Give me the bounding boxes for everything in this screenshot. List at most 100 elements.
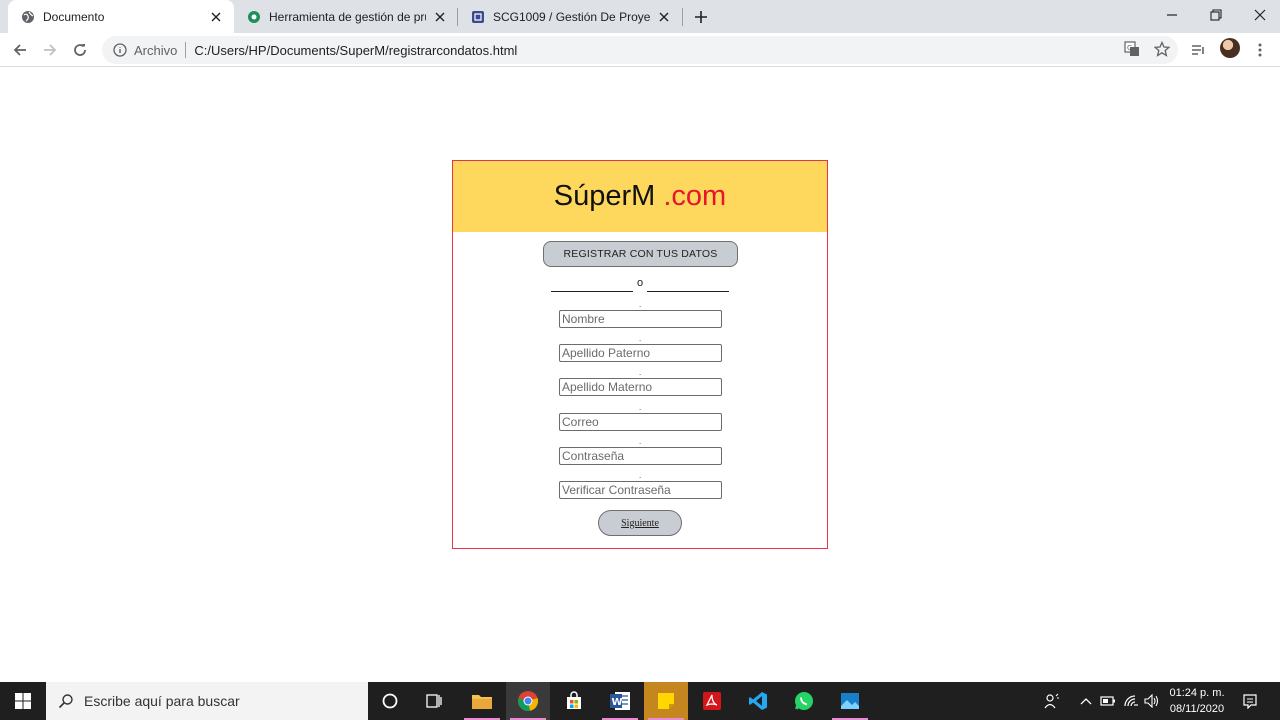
url-text[interactable]: C:/Users/HP/Documents/SuperM/registrarco… [194, 43, 517, 58]
contrasena-input[interactable] [559, 447, 722, 465]
profile-avatar[interactable] [1220, 38, 1240, 58]
verificar-contrasena-input[interactable] [559, 481, 722, 499]
cortana-button[interactable] [368, 682, 412, 720]
tab-title: SCG1009 / Gestión De Proyectos [493, 9, 650, 24]
translate-icon[interactable]: G [1124, 41, 1140, 62]
brand-header: SúperM .com [453, 161, 827, 232]
tab-title: Documento [43, 9, 105, 24]
start-button[interactable] [0, 682, 46, 720]
minimize-icon [1167, 14, 1177, 16]
brand-name: SúperM [553, 180, 656, 212]
whatsapp-app[interactable] [782, 682, 826, 720]
apellido-paterno-input[interactable] [559, 344, 722, 362]
people-icon [1044, 693, 1059, 709]
reload-icon [74, 44, 86, 56]
nombre-input[interactable] [559, 310, 722, 328]
brand-suffix: .com [663, 180, 727, 212]
speaker-icon [1144, 694, 1159, 708]
spacer-dot: . [639, 403, 642, 412]
clock-date: 08/11/2020 [1169, 703, 1225, 715]
sticky-notes-app[interactable] [644, 682, 688, 720]
photos-icon [841, 693, 859, 709]
playlist-icon [1192, 45, 1204, 55]
menu-button[interactable] [1248, 38, 1272, 62]
windows-taskbar: Escribe aquí para buscar W 01:24 p. m. 0… [0, 682, 1280, 720]
photos-app[interactable] [828, 682, 872, 720]
restore-icon [1210, 9, 1222, 21]
new-tab-button[interactable] [690, 6, 712, 28]
spacer-dot: . [639, 437, 642, 446]
volume-indicator[interactable] [1142, 682, 1162, 720]
vscode-app[interactable] [736, 682, 780, 720]
globe-icon [21, 10, 35, 24]
whatsapp-icon [795, 692, 813, 710]
people-button[interactable] [1040, 682, 1064, 720]
file-explorer-app[interactable] [460, 682, 504, 720]
spacer-dot: . [639, 368, 642, 377]
svg-text:W: W [612, 697, 623, 708]
close-window-button[interactable] [1238, 0, 1280, 30]
wifi-icon [1124, 695, 1138, 707]
apellido-materno-input[interactable] [559, 378, 722, 396]
show-hidden-icons-button[interactable] [1076, 682, 1096, 720]
back-button[interactable] [8, 38, 32, 62]
kebab-menu-icon [1258, 43, 1262, 57]
battery-indicator[interactable] [1098, 682, 1118, 720]
or-divider: o [551, 277, 731, 293]
chrome-app[interactable] [506, 682, 550, 720]
address-bar[interactable]: Archivo C:/Users/HP/Documents/SuperM/reg… [102, 36, 1178, 64]
wifi-indicator[interactable] [1121, 682, 1141, 720]
close-tab-icon[interactable] [208, 9, 224, 25]
correo-input[interactable] [559, 413, 722, 431]
windows-logo-icon [15, 693, 31, 709]
project-icon [471, 10, 485, 24]
vscode-icon [749, 692, 767, 710]
task-view-button[interactable] [412, 682, 456, 720]
word-app[interactable]: W [598, 682, 642, 720]
acrobat-app[interactable] [690, 682, 734, 720]
restore-button[interactable] [1194, 0, 1238, 30]
reload-button[interactable] [68, 38, 92, 62]
system-clock[interactable]: 01:24 p. m. 08/11/2020 [1162, 685, 1232, 717]
forward-button[interactable] [38, 38, 62, 62]
pdf-icon [703, 692, 721, 710]
clock-time: 01:24 p. m. [1169, 687, 1225, 699]
close-tab-icon[interactable] [432, 9, 448, 25]
arrow-left-icon [13, 44, 26, 56]
scheme-label: Archivo [134, 42, 178, 58]
store-app[interactable] [552, 682, 596, 720]
folder-icon [472, 695, 492, 709]
action-center-button[interactable] [1238, 682, 1262, 720]
tab-documento[interactable]: Documento [8, 0, 234, 33]
close-tab-icon[interactable] [656, 9, 672, 25]
minimize-button[interactable] [1150, 0, 1194, 30]
plus-icon [695, 11, 707, 23]
tab-herramienta[interactable]: Herramienta de gestión de prueb [234, 0, 458, 33]
close-icon [1254, 9, 1266, 21]
browser-toolbar: Archivo C:/Users/HP/Documents/SuperM/reg… [0, 33, 1280, 67]
taskbar-search[interactable]: Escribe aquí para buscar [46, 682, 368, 720]
tab-separator [682, 8, 683, 26]
browser-tab-strip: Documento Herramienta de gestión de prue… [0, 0, 1280, 33]
or-text: o [637, 277, 644, 289]
reading-list-button[interactable] [1186, 38, 1210, 62]
spacer-dot: . [639, 471, 642, 480]
testlink-icon [247, 10, 261, 24]
spacer-dot: . [639, 300, 642, 309]
sticky-note-icon [658, 693, 674, 709]
battery-icon [1100, 696, 1115, 706]
info-icon[interactable] [112, 42, 128, 58]
bookmark-star-icon[interactable] [1153, 40, 1171, 62]
notification-icon [1243, 694, 1257, 709]
tab-scg1009[interactable]: SCG1009 / Gestión De Proyectos [458, 0, 682, 33]
divider-line-right [647, 291, 729, 292]
task-view-icon [426, 694, 442, 708]
registration-card: SúperM .com REGISTRAR CON TUS DATOS o . … [452, 160, 828, 549]
store-icon [567, 691, 581, 709]
address-divider [185, 42, 187, 58]
register-with-data-button[interactable]: REGISTRAR CON TUS DATOS [543, 241, 738, 267]
siguiente-button[interactable]: Siguiente [598, 510, 682, 536]
spacer-dot: . [639, 334, 642, 343]
svg-text:G: G [1127, 44, 1132, 52]
word-icon: W [610, 692, 630, 710]
